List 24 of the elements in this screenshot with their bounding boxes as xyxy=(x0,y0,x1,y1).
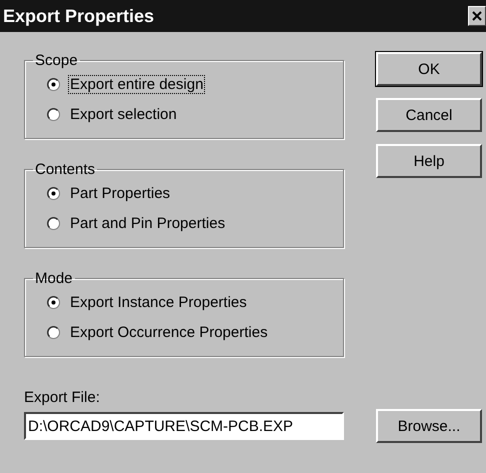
dialog-button[interactable]: Cancel xyxy=(376,98,482,132)
radio-label[interactable]: Export Occurrence Properties xyxy=(68,322,270,342)
radio-label[interactable]: Export Instance Properties xyxy=(68,292,249,312)
window-title: Export Properties xyxy=(3,6,154,26)
radio-button[interactable] xyxy=(47,296,60,308)
field-label: Export File: xyxy=(24,389,101,406)
radio-button[interactable] xyxy=(47,78,60,90)
radio-label[interactable]: Export selection xyxy=(68,104,179,124)
radio-button[interactable] xyxy=(47,326,60,338)
group-label: Scope xyxy=(34,52,79,69)
group-label: Contents xyxy=(34,161,96,178)
group-label: Mode xyxy=(34,270,74,287)
close-icon xyxy=(472,11,482,21)
browse-button[interactable]: Browse... xyxy=(376,409,482,443)
radio-label[interactable]: Export entire design xyxy=(68,74,206,94)
close-button[interactable] xyxy=(468,6,486,26)
export-file-field[interactable]: D:\ORCAD9\CAPTURE\SCM-PCB.EXP xyxy=(24,412,344,440)
dialog-button[interactable]: OK xyxy=(376,52,482,86)
radio-label[interactable]: Part Properties xyxy=(68,184,172,202)
radio-label[interactable]: Part and Pin Properties xyxy=(68,214,228,232)
radio-button[interactable] xyxy=(47,108,60,120)
radio-button[interactable] xyxy=(47,186,60,200)
radio-button[interactable] xyxy=(47,216,60,230)
dialog-button[interactable]: Help xyxy=(376,144,482,178)
